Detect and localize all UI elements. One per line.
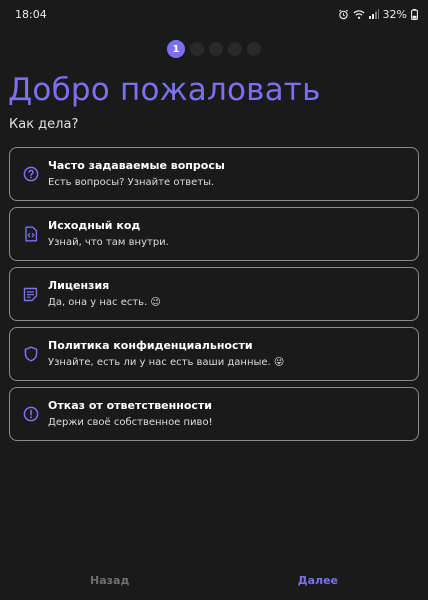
battery-text: 32%	[382, 7, 407, 21]
status-icons: 32%	[338, 8, 418, 21]
card-privacy-policy[interactable]: Политика конфиденциальности Узнайте, ест…	[9, 327, 419, 381]
pager-dot	[228, 42, 242, 56]
battery-icon	[411, 8, 418, 20]
pager-dot-active: 1	[167, 40, 185, 58]
status-bar: 18:04 32%	[0, 0, 428, 28]
card-disclaimer[interactable]: Отказ от ответственности Держи своё собс…	[9, 387, 419, 441]
next-button[interactable]: Далее	[298, 574, 338, 587]
alert-icon	[22, 406, 39, 423]
page-title: Добро пожаловать	[8, 72, 321, 108]
card-title: Лицензия	[48, 278, 110, 292]
pager-dot	[190, 42, 204, 56]
shield-icon	[22, 346, 39, 363]
source-code-icon	[22, 226, 39, 243]
wifi-icon	[353, 9, 365, 20]
card-title: Отказ от ответственности	[48, 398, 213, 412]
bottom-navigation: Назад Далее	[0, 566, 428, 594]
card-title: Часто задаваемые вопросы	[48, 158, 225, 172]
card-description: Узнай, что там внутри.	[48, 236, 169, 248]
status-time: 18:04	[15, 7, 47, 21]
alarm-icon	[338, 9, 349, 20]
back-button[interactable]: Назад	[90, 574, 129, 587]
pager-dot	[247, 42, 261, 56]
card-title: Политика конфиденциальности	[48, 338, 253, 352]
card-description: Держи своё собственное пиво!	[48, 416, 213, 428]
card-description: Есть вопросы? Узнайте ответы.	[48, 176, 215, 188]
signal-icon	[368, 9, 379, 19]
card-title: Исходный код	[48, 218, 141, 232]
page-indicator: 1	[0, 39, 428, 59]
card-faq[interactable]: Часто задаваемые вопросы Есть вопросы? У…	[9, 147, 419, 201]
card-description: Узнайте, есть ли у нас есть ваши данные.…	[48, 356, 285, 368]
card-description: Да, она у нас есть. 😉	[48, 296, 161, 308]
license-document-icon	[22, 286, 39, 303]
question-icon	[22, 166, 39, 183]
card-license[interactable]: Лицензия Да, она у нас есть. 😉	[9, 267, 419, 321]
page-subtitle: Как дела?	[9, 117, 79, 132]
pager-dot	[209, 42, 223, 56]
card-list: Часто задаваемые вопросы Есть вопросы? У…	[9, 147, 419, 447]
card-source-code[interactable]: Исходный код Узнай, что там внутри.	[9, 207, 419, 261]
